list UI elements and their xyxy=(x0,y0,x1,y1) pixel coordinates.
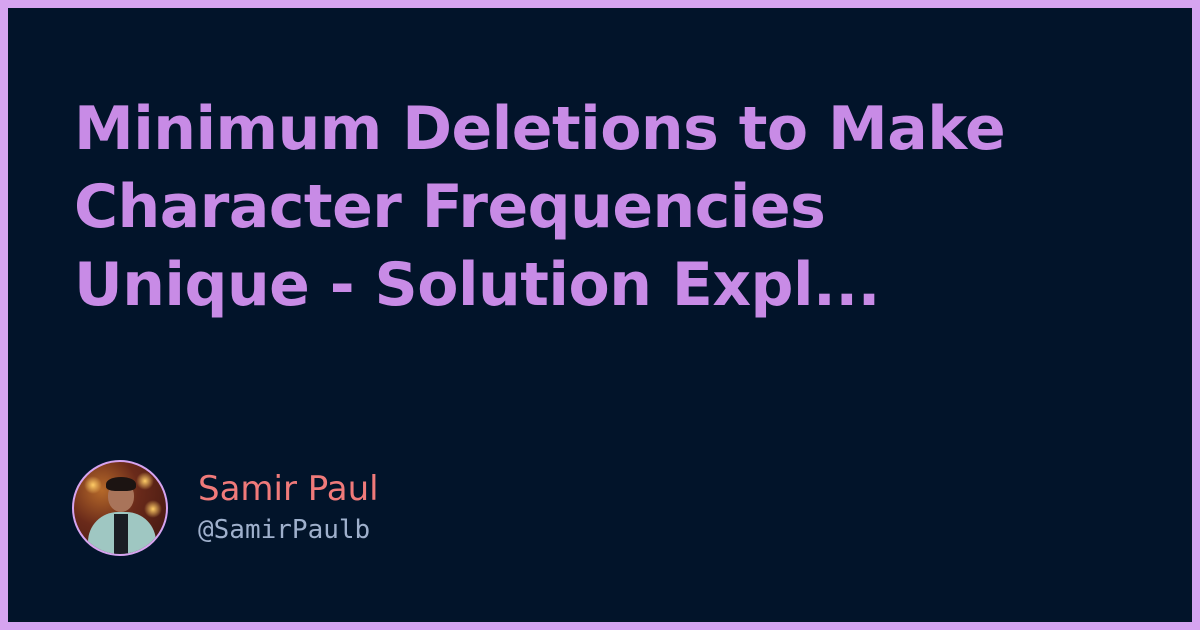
author-handle: @SamirPaulb xyxy=(198,515,371,545)
social-card: Minimum Deletions to Make Character Freq… xyxy=(8,8,1192,622)
author-text: Samir Paul @SamirPaulb xyxy=(198,468,379,548)
title-line-2: Character Frequencies xyxy=(74,172,826,242)
bokeh-light xyxy=(144,500,162,518)
avatar xyxy=(72,460,168,556)
author-name: Samir Paul xyxy=(198,469,379,509)
title-line-3: Unique - Solution Expl... xyxy=(74,250,880,320)
bokeh-light xyxy=(136,472,154,490)
avatar-shirt xyxy=(114,514,128,554)
post-title: Minimum Deletions to Make Character Freq… xyxy=(74,90,1134,324)
bokeh-light xyxy=(84,476,102,494)
author-block: Samir Paul @SamirPaulb xyxy=(72,458,379,558)
title-line-1: Minimum Deletions to Make xyxy=(74,94,1006,164)
avatar-hair xyxy=(106,477,136,491)
